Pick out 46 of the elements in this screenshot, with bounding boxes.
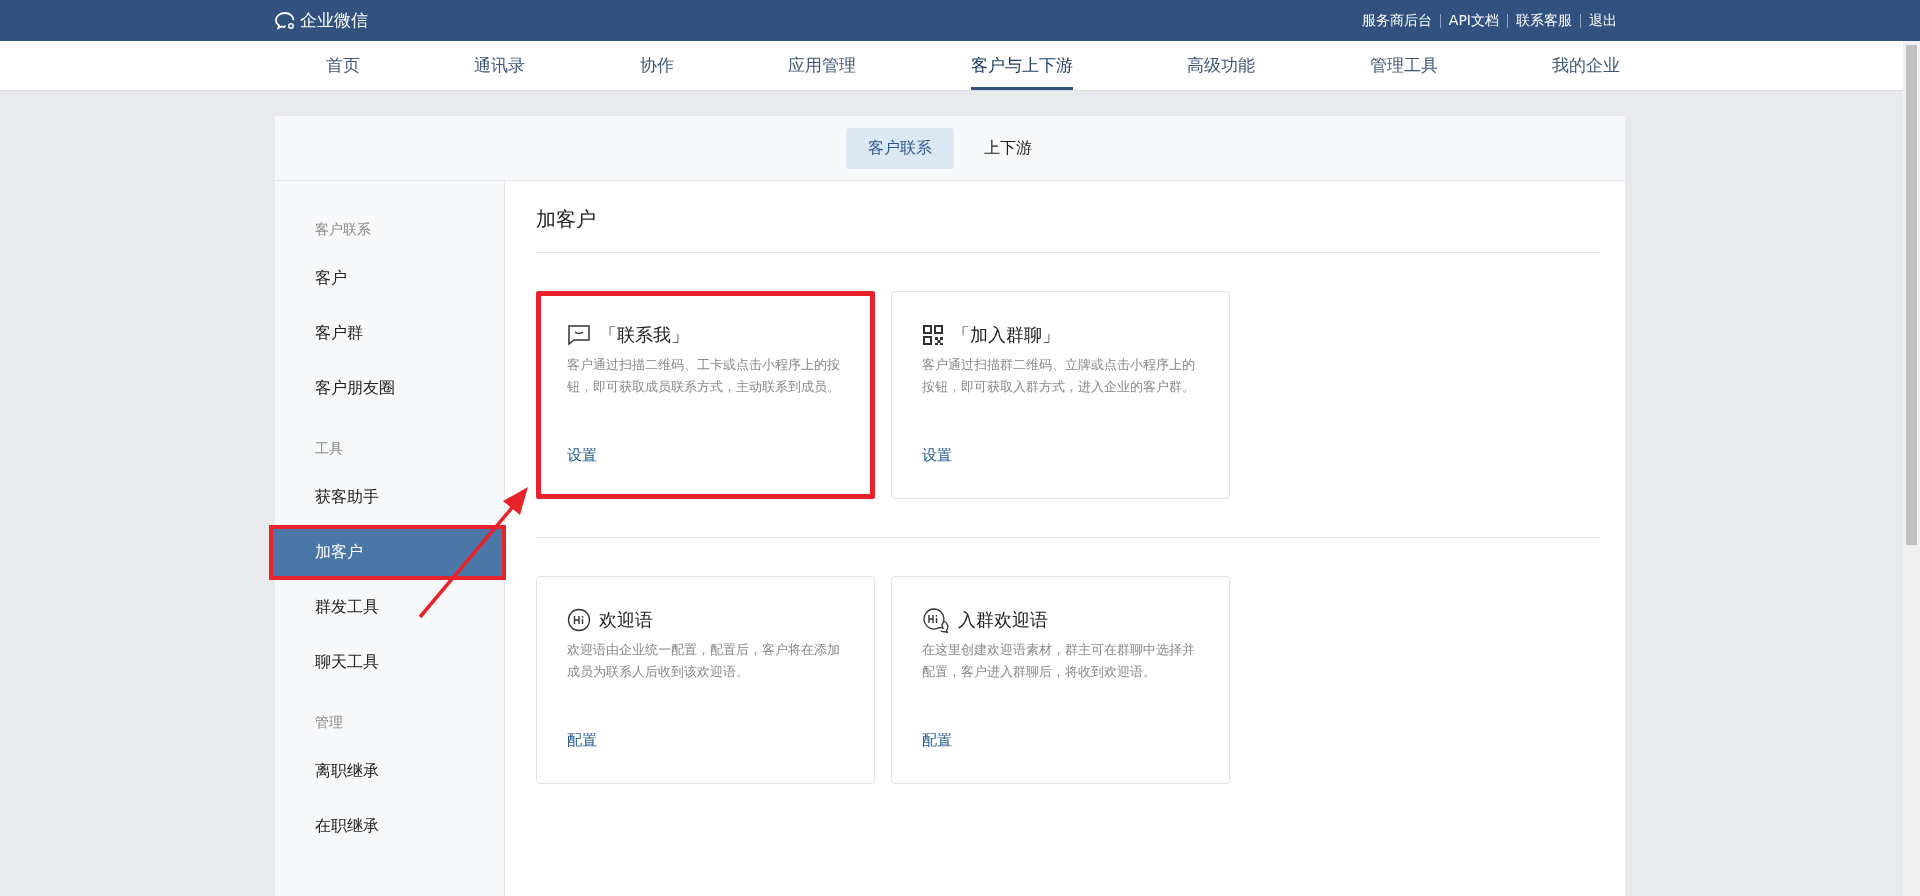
header-link[interactable]: 联系客服: [1508, 11, 1580, 30]
sidebar-section-title: 管理: [314, 713, 344, 732]
hi-circle-icon: [567, 608, 591, 632]
logo-text: 企业微信: [300, 9, 368, 32]
header-link[interactable]: 服务商后台: [1353, 11, 1440, 30]
hi-speech-bubbles-icon: [922, 607, 950, 633]
card-title: 入群欢迎语: [958, 608, 1048, 632]
sidebar-item[interactable]: 离职继承: [275, 744, 504, 799]
sidebar-item[interactable]: 加客户: [269, 525, 506, 580]
card-link[interactable]: 配置: [922, 731, 1199, 750]
nav-tab[interactable]: 应用管理: [788, 41, 857, 90]
sub-tab[interactable]: 客户联系: [846, 127, 954, 169]
sidebar-section-title: 工具: [314, 439, 344, 458]
card-description: 客户通过扫描群二维码、立牌或点击小程序上的按钮，即可获取入群方式，进入企业的客户群。: [922, 356, 1196, 396]
sidebar-item[interactable]: 客户: [275, 251, 504, 306]
scrollbar[interactable]: [1903, 41, 1920, 896]
card-title: 欢迎语: [599, 608, 653, 632]
sidebar-item[interactable]: 获客助手: [275, 470, 504, 525]
nav-tab[interactable]: 管理工具: [1369, 41, 1438, 90]
sidebar-item[interactable]: 聊天工具: [275, 635, 504, 690]
sidebar-item[interactable]: 群发工具: [275, 580, 504, 635]
chat-bubble-logo-icon: [274, 10, 296, 31]
chat-bubble-icon: [567, 324, 591, 346]
nav-tab[interactable]: 我的企业: [1551, 41, 1620, 90]
card-link[interactable]: 设置: [567, 446, 844, 465]
page-title: 加客户: [536, 206, 597, 233]
nav-tab[interactable]: 通讯录: [474, 41, 526, 90]
card-description: 在这里创建欢迎语素材，群主可在群聊中选择并配置，客户进入群聊后，将收到欢迎语。: [922, 641, 1196, 681]
card-link[interactable]: 配置: [567, 731, 844, 750]
nav-tab[interactable]: 高级功能: [1187, 41, 1256, 90]
sub-tab[interactable]: 上下游: [962, 127, 1054, 169]
card-title: 「加入群聊」: [952, 323, 1060, 347]
sidebar-item[interactable]: 在职继承: [275, 799, 504, 854]
nav-tab[interactable]: 客户与上下游: [970, 41, 1073, 90]
card-description: 欢迎语由企业统一配置，配置后，客户将在添加成员为联系人后收到该欢迎语。: [567, 641, 841, 681]
card-description: 客户通过扫描二维码、工卡或点击小程序上的按钮，即可获取成员联系方式，主动联系到成员。: [567, 356, 841, 396]
card-link[interactable]: 设置: [922, 446, 1199, 465]
header-link[interactable]: API文档: [1440, 11, 1507, 30]
sidebar-section-title: 客户联系: [314, 220, 372, 239]
qr-code-icon: [922, 324, 944, 346]
sidebar-item[interactable]: 客户群: [275, 306, 504, 361]
sidebar-item[interactable]: 客户朋友圈: [275, 361, 504, 416]
header-link[interactable]: 退出: [1581, 11, 1625, 30]
nav-tab[interactable]: 协作: [639, 41, 674, 90]
card-title: 「联系我」: [599, 323, 689, 347]
nav-tab[interactable]: 首页: [326, 41, 360, 90]
